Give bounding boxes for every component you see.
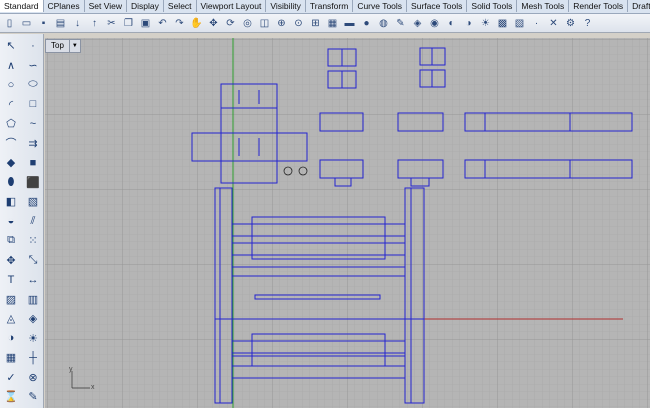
export-icon[interactable]: ↑ [87,16,102,31]
select-arrow-icon[interactable]: ↖ [1,36,21,56]
move-view-icon[interactable]: ✥ [206,16,221,31]
ortho-icon[interactable]: ┼ [23,348,43,368]
axis-y-label: y [69,366,73,373]
render-icon[interactable]: ◑ [461,16,476,31]
paste-icon[interactable]: ▣ [138,16,153,31]
redo-icon[interactable]: ↷ [172,16,187,31]
point-icon[interactable]: · [23,36,43,56]
rectangle-icon[interactable]: □ [23,95,43,115]
tab-visibility[interactable]: Visibility [266,0,306,12]
left-toolbar: ↖ · ∧ ∽ ○ ⬭ ◜ □ ⬠ ~ ⌒ ⇉ ◆ ■ ⬮ ⬛ ◧ ▧ ◒ ⫽ ⧉ ⁙ ✥ ⤡ T ↔ ▨ ▥ ◬ ◈ ◑ ☀ ▦ ┼ ✓ ⊗ ⌛ ✎ [0,34,44,408]
light-icon[interactable]: ☀ [23,329,43,349]
properties-icon[interactable]: ✎ [393,16,408,31]
history-icon[interactable]: ⌛ [1,387,21,407]
viewport-menu-arrow-icon[interactable]: ▼ [68,40,80,52]
surface-icon[interactable]: ◆ [1,153,21,173]
polygon-icon[interactable]: ⬠ [1,114,21,134]
extrude-icon[interactable]: ⬛ [23,173,43,193]
undo-icon[interactable]: ↶ [155,16,170,31]
tab-render-tools[interactable]: Render Tools [569,0,629,12]
texture-icon[interactable]: ▩ [495,16,510,31]
tab-solid-tools[interactable]: Solid Tools [467,0,518,12]
blend-icon[interactable]: ◒ [1,212,21,232]
layer-icon[interactable]: ◈ [410,16,425,31]
tab-viewport-layout[interactable]: Viewport Layout [197,0,267,12]
block-icon[interactable]: ▥ [23,290,43,310]
zoom-all-icon[interactable]: ⊞ [308,16,323,31]
open-folder-icon[interactable]: ▭ [19,16,34,31]
move-icon[interactable]: ✥ [1,251,21,271]
tab-mesh-tools[interactable]: Mesh Tools [517,0,570,12]
tab-transform[interactable]: Transform [306,0,354,12]
import-icon[interactable]: ↓ [70,16,85,31]
properties-icon[interactable]: ✎ [23,387,43,407]
cut-icon[interactable]: ✂ [104,16,119,31]
color-wheel-icon[interactable]: ◉ [427,16,442,31]
osnap-icon[interactable]: ⊗ [23,368,43,388]
rotate-view-icon[interactable]: ⟳ [223,16,238,31]
curve-icon[interactable]: ∽ [23,56,43,76]
tab-select[interactable]: Select [164,0,197,12]
cylinder-icon[interactable]: ⬮ [1,173,21,193]
light-icon[interactable]: ☀ [478,16,493,31]
zoom-selected-icon[interactable]: ⊙ [291,16,306,31]
check-icon[interactable]: ✓ [1,368,21,388]
arc-icon[interactable]: ◜ [1,95,21,115]
free-curve-icon[interactable]: ~ [23,114,43,134]
tab-drafting[interactable]: Drafting [628,0,650,12]
render-icon[interactable]: ◑ [1,329,21,349]
tab-set-view[interactable]: Set View [85,0,128,12]
tab-curve-tools[interactable]: Curve Tools [353,0,408,12]
text-icon[interactable]: T [1,270,21,290]
sphere-icon[interactable]: ◍ [376,16,391,31]
save-icon[interactable]: ▪ [36,16,51,31]
layer-icon[interactable]: ◈ [23,309,43,329]
point-icon[interactable]: · [529,16,544,31]
tab-surface-tools[interactable]: Surface Tools [407,0,468,12]
help-icon[interactable]: ? [580,16,595,31]
car-icon[interactable]: ▬ [342,16,357,31]
polyline-icon[interactable]: ∧ [1,56,21,76]
new-file-icon[interactable]: ▯ [2,16,17,31]
analyze-icon[interactable]: ◬ [1,309,21,329]
mesh-icon[interactable]: ▧ [512,16,527,31]
grid-snap-icon[interactable]: ▦ [1,348,21,368]
zoom-icon[interactable]: ◎ [240,16,255,31]
zoom-window-icon[interactable]: ◫ [257,16,272,31]
scale-icon[interactable]: ⤡ [23,251,43,271]
tab-cplanes[interactable]: CPlanes [44,0,85,12]
circle-icon[interactable]: ○ [1,75,21,95]
axis-x-label: x [91,384,95,391]
mesh-icon[interactable]: ▧ [23,192,43,212]
options-icon[interactable]: ⚙ [563,16,578,31]
copy-icon[interactable]: ❐ [121,16,136,31]
viewport-title[interactable]: Top [46,40,69,52]
standard-toolbar: ▯ ▭ ▪ ▤ ↓ ↑ ✂ ❐ ▣ ↶ ↷ ✋ ✥ ⟳ ◎ ◫ ⊕ ⊙ ⊞ ▦ ▬ ● ◍ ✎ ◈ ◉ ◐ ◑ ☀ ▩ ▧ · ✕ ⚙? [0,14,650,33]
group-icon[interactable]: ⧉ [1,231,21,251]
fillet-icon[interactable]: ⌒ [1,134,21,154]
box-icon[interactable]: ■ [23,153,43,173]
tab-standard[interactable]: Standard [0,0,44,12]
bulb-icon[interactable]: ● [359,16,374,31]
print-icon[interactable]: ▤ [53,16,68,31]
tab-display[interactable]: Display [127,0,164,12]
toolbar-tabs: Standard CPlanes Set View Display Select View… [0,0,650,14]
viewport-tab[interactable]: Top ▼ [45,39,81,53]
zoom-extents-icon[interactable]: ⊕ [274,16,289,31]
split-icon[interactable]: ⫽ [23,212,43,232]
offset-icon[interactable]: ⇉ [23,134,43,154]
array-icon[interactable]: ⁙ [23,231,43,251]
boolean-icon[interactable]: ◧ [1,192,21,212]
trim-icon[interactable]: ✕ [546,16,561,31]
pan-hand-icon[interactable]: ✋ [189,16,204,31]
grid-icon[interactable]: ▦ [325,16,340,31]
hatch-icon[interactable]: ▨ [1,290,21,310]
top-viewport[interactable] [45,38,650,408]
dimension-icon[interactable]: ↔ [23,270,43,290]
ellipse-icon[interactable]: ⬭ [23,75,43,95]
shaded-icon[interactable]: ◐ [444,16,459,31]
